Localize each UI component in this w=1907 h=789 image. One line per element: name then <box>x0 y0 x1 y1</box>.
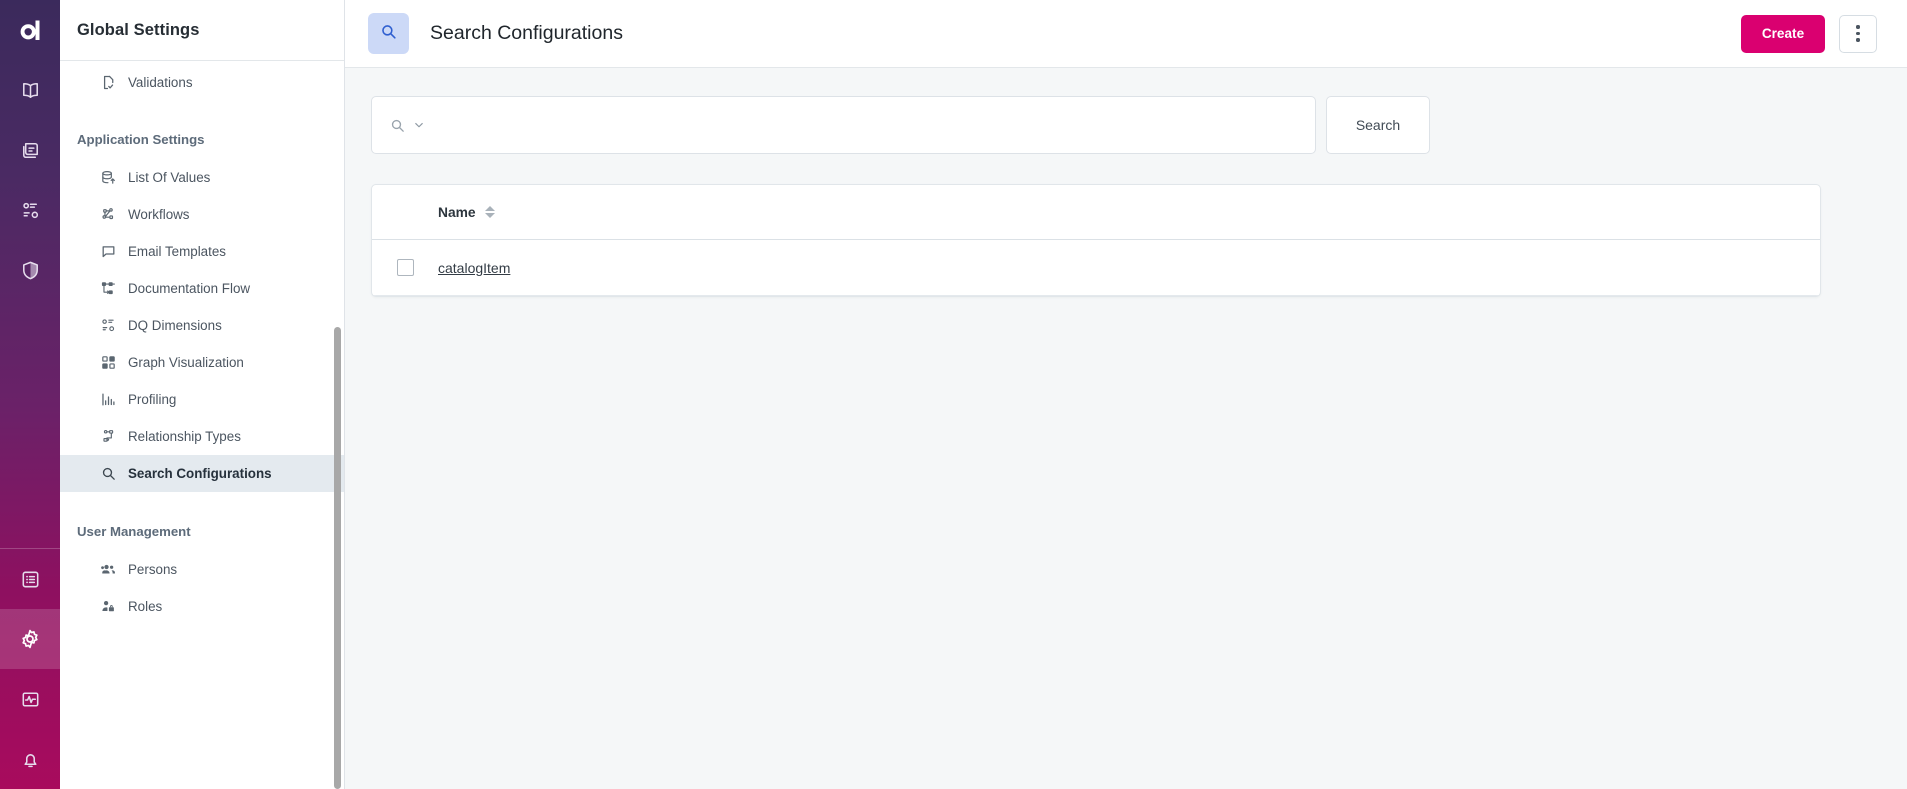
navpanel-scrollbar[interactable] <box>331 61 344 789</box>
sidebar-item-documentation-flow[interactable]: Documentation Flow <box>60 270 344 307</box>
table-row[interactable]: catalogItem <box>372 240 1820 296</box>
page-icon-badge <box>368 13 409 54</box>
bar-chart-icon <box>100 391 117 408</box>
results-table: Name catalogItem <box>371 184 1821 297</box>
sidebar-item-relationship-types[interactable]: Relationship Types <box>60 418 344 455</box>
rail-item-bell-icon[interactable] <box>0 729 60 789</box>
sidebar-item-roles[interactable]: Roles <box>60 588 344 625</box>
shield-icon <box>19 259 42 282</box>
main-region: Search Configurations Create Search Name… <box>345 0 1907 789</box>
search-field-container[interactable] <box>371 96 1316 154</box>
list-icon <box>19 568 42 591</box>
rail-item-shield-icon[interactable] <box>0 240 60 300</box>
app-root: Global Settings Validations Application … <box>0 0 1907 789</box>
more-options-icon <box>1856 25 1860 42</box>
people-icon <box>100 561 117 578</box>
sidebar-item-list-of-values[interactable]: List Of Values <box>60 159 344 196</box>
relationship-icon <box>100 428 117 445</box>
sidebar-item-persons[interactable]: Persons <box>60 551 344 588</box>
sidebar-item-workflows[interactable]: Workflows <box>60 196 344 233</box>
speech-bubble-icon <box>100 243 117 260</box>
row-checkbox[interactable] <box>396 259 414 276</box>
sidebar-item-label: Validations <box>128 75 193 90</box>
data-quality-icon <box>19 199 42 222</box>
row-checkbox-cell <box>372 259 438 276</box>
chevron-down-icon[interactable] <box>412 118 426 132</box>
flow-diagram-icon <box>100 280 117 297</box>
more-options-button[interactable] <box>1839 14 1877 53</box>
row-name-cell: catalogItem <box>438 260 1820 276</box>
catalog-icon <box>19 139 42 162</box>
book-icon <box>19 79 42 102</box>
navpanel-title: Global Settings <box>77 20 200 39</box>
app-logo[interactable] <box>0 0 60 60</box>
search-button[interactable]: Search <box>1326 96 1430 154</box>
search-input[interactable] <box>438 117 1298 133</box>
row-name-link[interactable]: catalogItem <box>438 260 510 276</box>
workflow-icon <box>100 206 117 223</box>
search-icon <box>389 117 406 134</box>
gear-icon <box>18 627 42 651</box>
person-lock-icon <box>100 598 117 615</box>
left-icon-rail <box>0 0 60 789</box>
table-header-name-cell[interactable]: Name <box>438 205 1820 220</box>
content-area: Search Name catalogItem <box>345 68 1907 789</box>
grid-squares-icon <box>100 354 117 371</box>
sidebar-item-label: Email Templates <box>128 244 226 259</box>
sidebar-item-label: Workflows <box>128 207 190 222</box>
sidebar-item-dq-dimensions[interactable]: DQ Dimensions <box>60 307 344 344</box>
sidebar-item-label: DQ Dimensions <box>128 318 222 333</box>
monitoring-icon <box>19 688 42 711</box>
navpanel-scrollbar-thumb[interactable] <box>334 327 341 789</box>
search-icon <box>379 22 398 46</box>
rail-item-monitoring-icon[interactable] <box>0 669 60 729</box>
sidebar-item-label: Profiling <box>128 392 177 407</box>
table-header-row: Name <box>372 185 1820 240</box>
sidebar-item-label: List Of Values <box>128 170 211 185</box>
sidebar-item-validations[interactable]: Validations <box>60 64 344 101</box>
sidebar-item-graph-visualization[interactable]: Graph Visualization <box>60 344 344 381</box>
document-check-icon <box>100 74 117 91</box>
sidebar-item-label: Graph Visualization <box>128 355 244 370</box>
column-header-label: Name <box>438 204 476 220</box>
database-up-icon <box>100 169 117 186</box>
sidebar-item-profiling[interactable]: Profiling <box>60 381 344 418</box>
sidebar-item-label: Roles <box>128 599 163 614</box>
search-icon <box>100 465 117 482</box>
sidebar-item-email-templates[interactable]: Email Templates <box>60 233 344 270</box>
search-row: Search <box>371 96 1881 154</box>
sidebar-item-label: Documentation Flow <box>128 281 251 296</box>
rail-item-gear-icon[interactable] <box>0 609 60 669</box>
rail-item-catalog-icon[interactable] <box>0 120 60 180</box>
settings-nav-panel: Global Settings Validations Application … <box>60 0 345 789</box>
bell-icon <box>19 748 42 771</box>
sidebar-item-search-configurations[interactable]: Search Configurations <box>60 455 344 492</box>
sort-icon[interactable] <box>484 206 495 218</box>
page-header: Search Configurations Create <box>345 0 1907 68</box>
nav-group-application-settings: Application Settings <box>77 131 205 147</box>
create-button[interactable]: Create <box>1741 14 1825 53</box>
sidebar-item-label: Search Configurations <box>128 466 272 481</box>
rail-item-book-icon[interactable] <box>0 60 60 120</box>
dq-dimensions-icon <box>100 317 117 334</box>
page-title: Search Configurations <box>430 22 623 44</box>
navpanel-scroll-area: Validations Application Settings List Of… <box>60 61 344 789</box>
sidebar-item-label: Relationship Types <box>128 429 241 444</box>
rail-item-list-icon[interactable] <box>0 549 60 609</box>
sidebar-item-label: Persons <box>128 562 178 577</box>
rail-item-data-quality-icon[interactable] <box>0 180 60 240</box>
nav-group-user-management: User Management <box>77 523 191 539</box>
